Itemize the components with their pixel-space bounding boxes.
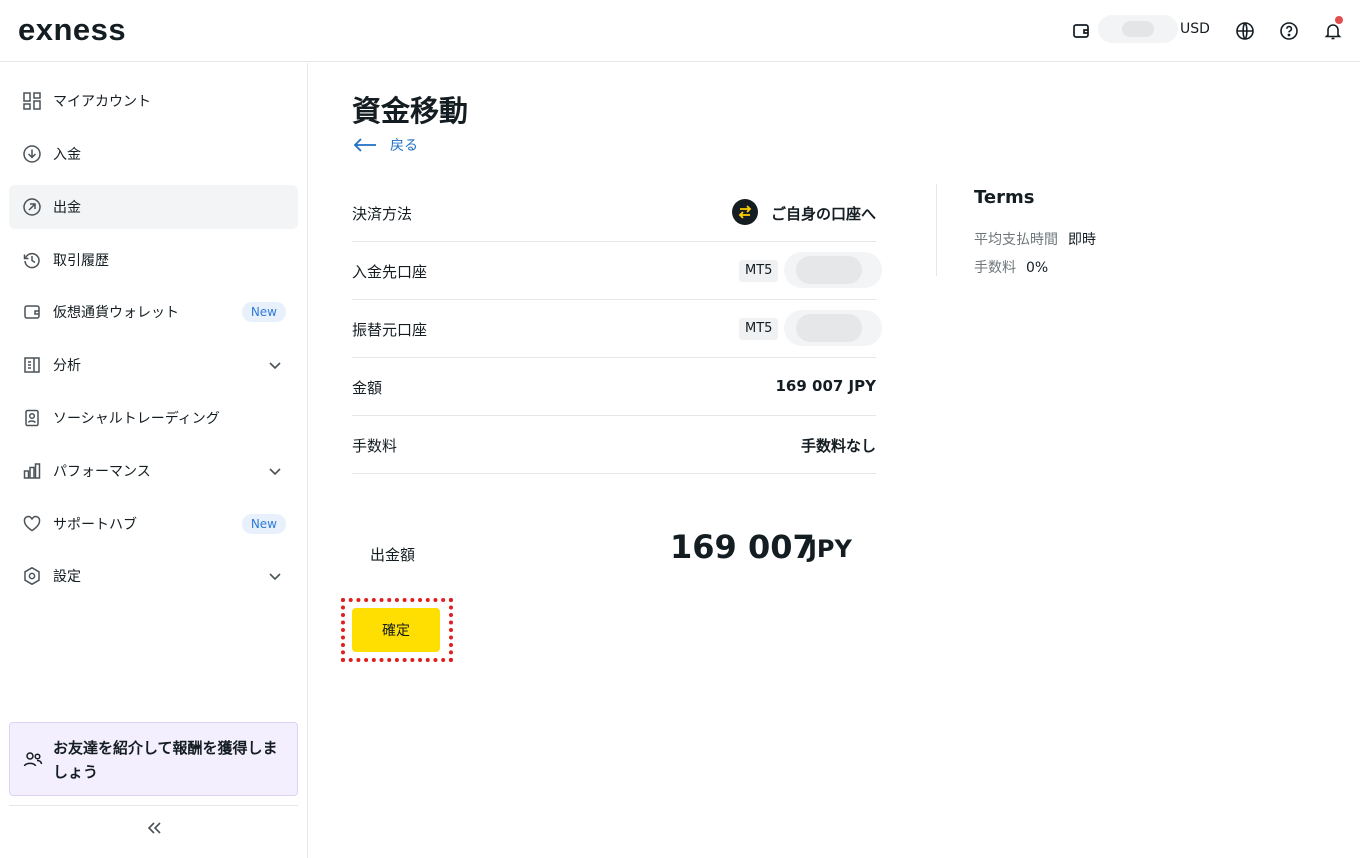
detail-row-fee: 手数料 手数料なし xyxy=(352,416,876,474)
masked-account-number xyxy=(784,310,882,346)
sidebar-item-performance[interactable]: パフォーマンス xyxy=(9,449,298,493)
social-trading-icon xyxy=(21,407,43,429)
sidebar-item-label: 出金 xyxy=(53,200,81,216)
detail-key: 振替元口座 xyxy=(352,321,428,339)
sidebar-item-label: 設定 xyxy=(53,569,81,585)
history-icon xyxy=(21,249,43,271)
sidebar-item-crypto-wallet[interactable]: 仮想通貨ウォレット New xyxy=(9,290,298,334)
dashboard-icon xyxy=(21,90,43,112)
detail-row-payment-method: 決済方法 ご自身の口座へ xyxy=(352,184,876,242)
detail-row-source-account: 振替元口座 MT5 xyxy=(352,300,882,358)
terms-title: Terms xyxy=(974,187,1035,208)
mt5-tag: MT5 xyxy=(739,260,779,282)
terms-divider xyxy=(936,184,937,276)
bell-icon[interactable] xyxy=(1321,16,1345,43)
wallet-icon[interactable] xyxy=(1069,19,1093,43)
settings-icon xyxy=(21,565,43,587)
detail-key: 手数料 xyxy=(352,437,398,455)
withdrawal-amount-value: 169 007 xyxy=(670,528,815,566)
new-badge: New xyxy=(241,514,286,534)
sidebar: マイアカウント 入金 出金 取引履歴 仮想通貨ウォレット New 分析 ソーシャ… xyxy=(0,63,308,858)
performance-icon xyxy=(21,460,43,482)
balance-display[interactable] xyxy=(1098,15,1178,43)
detail-value: 169 007 JPY xyxy=(775,377,876,395)
sidebar-item-label: ソーシャルトレーディング xyxy=(53,411,220,427)
chevron-down-icon[interactable] xyxy=(266,356,284,374)
sidebar-item-label: 分析 xyxy=(53,358,81,374)
withdrawal-amount-currency: JPY xyxy=(808,535,852,563)
help-icon[interactable] xyxy=(1277,19,1301,43)
detail-value: ご自身の口座へ xyxy=(770,205,876,223)
detail-value: 手数料なし xyxy=(800,437,876,455)
sidebar-item-deposit[interactable]: 入金 xyxy=(9,132,298,176)
sidebar-item-withdraw[interactable]: 出金 xyxy=(9,185,298,229)
sidebar-item-settings[interactable]: 設定 xyxy=(9,554,298,598)
sidebar-item-label: サポートハブ xyxy=(53,517,137,533)
detail-key: 入金先口座 xyxy=(352,263,428,281)
chevron-down-icon[interactable] xyxy=(266,567,284,585)
back-link-label: 戻る xyxy=(390,138,418,154)
currency-label: USD xyxy=(1180,21,1210,37)
sidebar-item-history[interactable]: 取引履歴 xyxy=(9,238,298,282)
terms-value: 即時 xyxy=(1068,232,1096,248)
collapse-sidebar-icon[interactable] xyxy=(142,816,166,840)
referral-promo[interactable]: お友達を紹介して報酬を獲得しましょう xyxy=(9,722,298,796)
globe-icon[interactable] xyxy=(1233,19,1257,43)
exness-logo[interactable]: exness xyxy=(18,12,126,48)
notification-dot xyxy=(1335,16,1343,24)
deposit-icon xyxy=(21,143,43,165)
sidebar-item-label: 入金 xyxy=(53,147,81,163)
detail-row-amount: 金額 169 007 JPY xyxy=(352,358,876,416)
sidebar-item-my-account[interactable]: マイアカウント xyxy=(9,79,298,123)
top-header: exness USD xyxy=(0,0,1360,62)
withdrawal-amount-label: 出金額 xyxy=(370,546,416,564)
new-badge: New xyxy=(241,302,286,322)
masked-account-number xyxy=(784,252,882,288)
withdraw-icon xyxy=(21,196,43,218)
detail-row-destination-account: 入金先口座 MT5 xyxy=(352,242,882,300)
terms-key: 平均支払時間 xyxy=(974,232,1058,248)
wallet-icon xyxy=(21,301,43,323)
heart-icon xyxy=(21,513,43,535)
arrow-left-icon xyxy=(353,138,376,152)
chevron-down-icon[interactable] xyxy=(266,462,284,480)
sidebar-item-social-trading[interactable]: ソーシャルトレーディング xyxy=(9,396,298,440)
terms-row-payout-time: 平均支払時間 即時 xyxy=(974,229,1096,249)
sidebar-item-label: 取引履歴 xyxy=(53,253,109,269)
analytics-icon xyxy=(21,354,43,376)
confirm-button[interactable]: 確定 xyxy=(352,608,440,652)
users-icon xyxy=(23,752,43,767)
detail-key: 金額 xyxy=(352,379,383,397)
sidebar-item-support-hub[interactable]: サポートハブ New xyxy=(9,502,298,546)
terms-key: 手数料 xyxy=(974,260,1016,276)
sidebar-item-label: マイアカウント xyxy=(53,94,151,110)
terms-value: 0% xyxy=(1026,260,1049,276)
sidebar-item-label: 仮想通貨ウォレット xyxy=(53,305,179,321)
detail-key: 決済方法 xyxy=(352,205,413,223)
mt5-tag: MT5 xyxy=(739,318,779,340)
transfer-icon xyxy=(732,199,758,225)
referral-promo-text: お友達を紹介して報酬を獲得しましょう xyxy=(53,739,278,781)
sidebar-item-analytics[interactable]: 分析 xyxy=(9,343,298,387)
sidebar-item-label: パフォーマンス xyxy=(53,464,151,480)
terms-row-fee: 手数料 0% xyxy=(974,257,1048,277)
sidebar-divider xyxy=(9,805,298,806)
back-link[interactable]: 戻る xyxy=(352,134,418,156)
page-title: 資金移動 xyxy=(352,94,469,128)
